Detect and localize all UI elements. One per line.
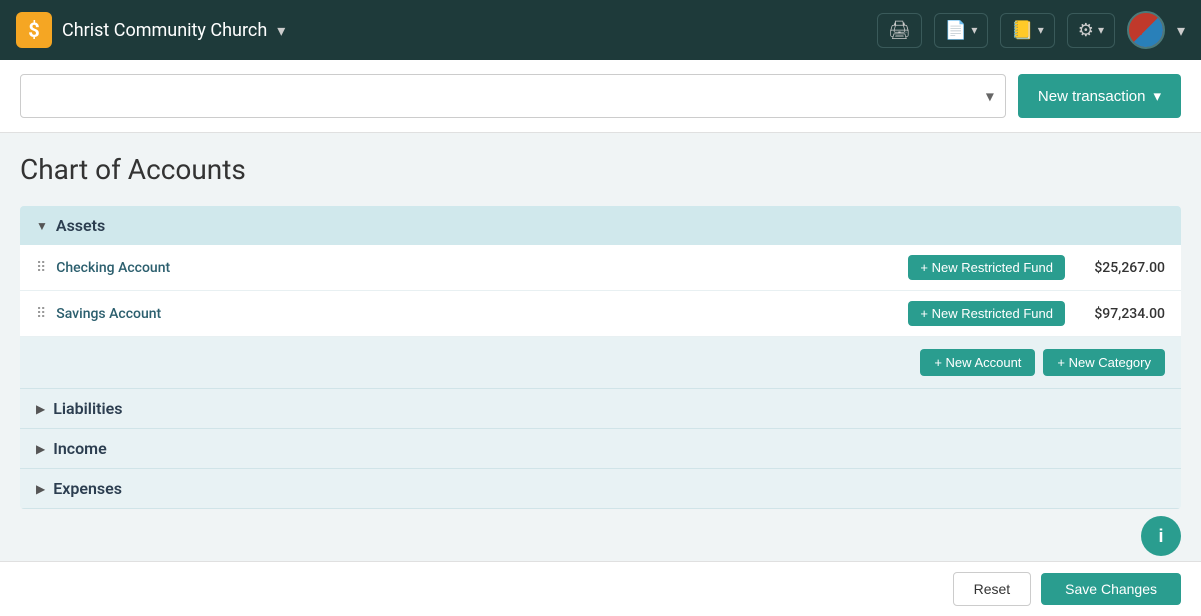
liabilities-label: Liabilities: [53, 399, 122, 418]
income-header[interactable]: ▶ Income: [20, 429, 1181, 468]
settings-arrow: ▾: [1098, 23, 1104, 37]
new-transaction-button[interactable]: New transaction ▾: [1018, 74, 1181, 118]
page-title: Chart of Accounts: [20, 153, 1181, 186]
assets-chevron: ▼: [36, 219, 48, 233]
action-bar: ▾ New transaction ▾: [0, 60, 1201, 133]
liabilities-section: ▶ Liabilities: [20, 389, 1181, 429]
save-changes-button[interactable]: Save Changes: [1041, 573, 1181, 605]
add-doc-arrow: ▾: [971, 23, 977, 37]
checking-new-restricted-btn[interactable]: + New Restricted Fund: [908, 255, 1065, 280]
new-category-button[interactable]: + New Category: [1043, 349, 1165, 376]
navbar: $ Christ Community Church ▾ 🖨 📄 ▾ 📒 ▾ ⚙ …: [0, 0, 1201, 60]
income-label: Income: [53, 439, 106, 458]
expenses-chevron: ▶: [36, 482, 45, 496]
checking-account-name: Checking Account: [56, 260, 898, 276]
add-doc-icon: 📄: [945, 20, 967, 41]
checking-balance: $25,267.00: [1075, 260, 1165, 276]
new-transaction-label: New transaction: [1038, 88, 1146, 105]
navbar-left: $ Christ Community Church ▾: [16, 12, 285, 48]
settings-button[interactable]: ⚙ ▾: [1067, 13, 1115, 48]
avatar-image: [1129, 13, 1163, 47]
new-account-button[interactable]: + New Account: [920, 349, 1035, 376]
notebook-icon: 📒: [1011, 20, 1033, 41]
org-dropdown-arrow[interactable]: ▾: [277, 21, 285, 40]
liabilities-chevron: ▶: [36, 402, 45, 416]
expenses-header[interactable]: ▶ Expenses: [20, 469, 1181, 508]
assets-add-row: + New Account + New Category: [20, 337, 1181, 388]
search-wrapper: ▾: [20, 74, 1006, 118]
income-chevron: ▶: [36, 442, 45, 456]
avatar-arrow[interactable]: ▾: [1177, 21, 1185, 40]
help-icon: i: [1158, 526, 1163, 547]
search-input[interactable]: [20, 74, 1006, 118]
dollar-icon: $: [16, 12, 52, 48]
savings-account-name: Savings Account: [56, 306, 898, 322]
assets-label: Assets: [56, 216, 105, 235]
avatar-button[interactable]: [1127, 11, 1165, 49]
print-icon: 🖨: [888, 20, 911, 41]
savings-new-restricted-btn[interactable]: + New Restricted Fund: [908, 301, 1065, 326]
navbar-right: 🖨 📄 ▾ 📒 ▾ ⚙ ▾ ▾: [877, 11, 1185, 49]
savings-balance: $97,234.00: [1075, 306, 1165, 322]
notebook-button[interactable]: 📒 ▾: [1000, 13, 1054, 48]
footer: Reset Save Changes: [0, 561, 1201, 616]
liabilities-header[interactable]: ▶ Liabilities: [20, 389, 1181, 428]
print-button[interactable]: 🖨: [877, 13, 922, 48]
main-content: Chart of Accounts ▼ Assets ⠿ Checking Ac…: [0, 133, 1201, 509]
expenses-section: ▶ Expenses: [20, 469, 1181, 509]
assets-section: ▼ Assets ⠿ Checking Account + New Restri…: [20, 206, 1181, 389]
checking-account-row: ⠿ Checking Account + New Restricted Fund…: [20, 245, 1181, 291]
savings-account-row: ⠿ Savings Account + New Restricted Fund …: [20, 291, 1181, 337]
new-transaction-arrow: ▾: [1153, 87, 1161, 105]
notebook-arrow: ▾: [1038, 23, 1044, 37]
add-doc-button[interactable]: 📄 ▾: [934, 13, 988, 48]
chart-of-accounts-panel: ▼ Assets ⠿ Checking Account + New Restri…: [20, 206, 1181, 509]
help-button[interactable]: i: [1141, 516, 1181, 556]
gear-icon: ⚙: [1078, 20, 1094, 41]
reset-button[interactable]: Reset: [953, 572, 1032, 606]
org-name[interactable]: Christ Community Church: [62, 20, 267, 41]
savings-drag-handle[interactable]: ⠿: [36, 306, 46, 322]
income-section: ▶ Income: [20, 429, 1181, 469]
checking-drag-handle[interactable]: ⠿: [36, 260, 46, 276]
expenses-label: Expenses: [53, 479, 122, 498]
assets-header[interactable]: ▼ Assets: [20, 206, 1181, 245]
